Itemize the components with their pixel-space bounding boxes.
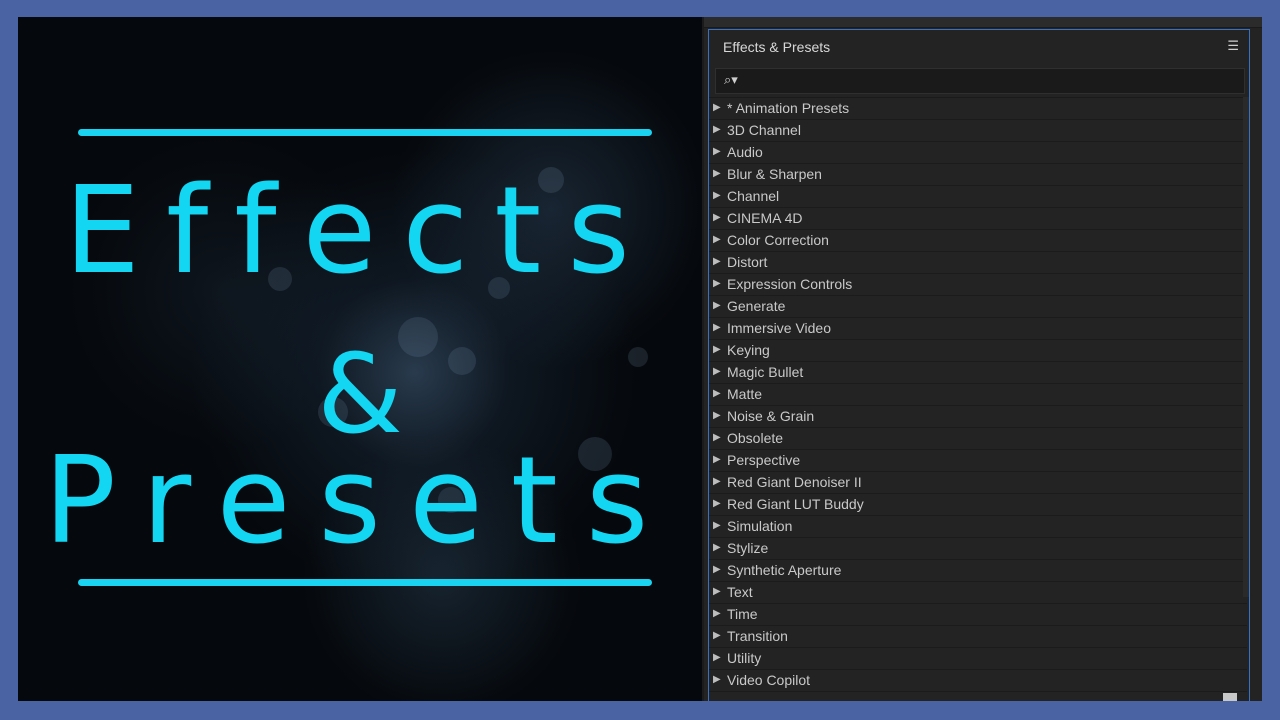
expand-triangle-icon[interactable]: ▶ <box>713 190 721 201</box>
panel-header: Effects & Presets ☰ <box>709 30 1249 62</box>
list-scrollbar[interactable] <box>1243 97 1249 597</box>
list-item[interactable]: ▶ * Animation Presets <box>709 98 1247 120</box>
expand-triangle-icon[interactable]: ▶ <box>713 146 721 157</box>
list-item[interactable]: ▶ Keying <box>709 340 1247 362</box>
expand-triangle-icon[interactable]: ▶ <box>713 564 721 575</box>
list-item-label: Keying <box>727 342 770 358</box>
expand-triangle-icon[interactable]: ▶ <box>713 322 721 333</box>
list-item-label: Generate <box>727 298 786 314</box>
expand-triangle-icon[interactable]: ▶ <box>713 454 721 465</box>
list-item-label: 3D Channel <box>727 122 801 138</box>
list-item-label: Matte <box>727 386 763 402</box>
list-item-label: Time <box>727 606 758 622</box>
list-item[interactable]: ▶ Blur & Sharpen <box>709 164 1247 186</box>
list-item[interactable]: ▶ Transition <box>709 626 1247 648</box>
expand-triangle-icon[interactable]: ▶ <box>713 278 721 289</box>
list-item[interactable]: ▶ Matte <box>709 384 1247 406</box>
expand-triangle-icon[interactable]: ▶ <box>713 498 721 509</box>
list-item-label: * Animation Presets <box>727 100 850 116</box>
list-item-label: Obsolete <box>727 430 784 446</box>
hamburger-menu-icon[interactable]: ☰ <box>1227 39 1239 54</box>
panel-top-strip <box>704 17 1262 28</box>
list-item[interactable]: ▶ Red Giant Denoiser II <box>709 472 1247 494</box>
list-item[interactable]: ▶ Red Giant LUT Buddy <box>709 494 1247 516</box>
list-item[interactable]: ▶ Generate <box>709 296 1247 318</box>
list-item[interactable]: ▶ Synthetic Aperture <box>709 560 1247 582</box>
list-item[interactable]: ▶ Immersive Video <box>709 318 1247 340</box>
panel-title[interactable]: Effects & Presets <box>723 39 830 55</box>
list-item-label: Synthetic Aperture <box>727 562 842 578</box>
list-item[interactable]: ▶ Perspective <box>709 450 1247 472</box>
bottom-rule <box>78 579 652 586</box>
list-item-label: Utility <box>727 650 762 666</box>
search-box[interactable]: ⌕▾ <box>715 68 1245 94</box>
video-frame: Effects & Presets Effects & Presets ☰ ⌕▾… <box>18 17 1262 701</box>
list-item-label: Channel <box>727 188 780 204</box>
expand-triangle-icon[interactable]: ▶ <box>713 168 721 179</box>
expand-triangle-icon[interactable]: ▶ <box>713 542 721 553</box>
title-graphic: Effects & Presets <box>18 17 702 701</box>
title-effects: Effects <box>64 162 656 301</box>
list-item-label: Red Giant Denoiser II <box>727 474 862 490</box>
list-item[interactable]: ▶ Utility <box>709 648 1247 670</box>
list-item[interactable]: ▶ Distort <box>709 252 1247 274</box>
top-rule <box>78 129 652 136</box>
list-item-label: Video Copilot <box>727 672 811 688</box>
list-item-label: Simulation <box>727 518 793 534</box>
list-item[interactable]: ▶ Text <box>709 582 1247 604</box>
expand-triangle-icon[interactable]: ▶ <box>713 520 721 531</box>
expand-triangle-icon[interactable]: ▶ <box>713 212 721 223</box>
expand-triangle-icon[interactable]: ▶ <box>713 476 721 487</box>
expand-triangle-icon[interactable]: ▶ <box>713 256 721 267</box>
list-item[interactable]: ▶ Stylize <box>709 538 1247 560</box>
list-item-label: Color Correction <box>727 232 829 248</box>
expand-triangle-icon[interactable]: ▶ <box>713 630 721 641</box>
panel-resize-handle[interactable] <box>1223 693 1237 701</box>
expand-triangle-icon[interactable]: ▶ <box>713 652 721 663</box>
expand-triangle-icon[interactable]: ▶ <box>713 234 721 245</box>
expand-triangle-icon[interactable]: ▶ <box>713 124 721 135</box>
expand-triangle-icon[interactable]: ▶ <box>713 366 721 377</box>
search-icon[interactable]: ⌕▾ <box>724 73 738 88</box>
list-item-label: Magic Bullet <box>727 364 804 380</box>
list-item[interactable]: ▶ Color Correction <box>709 230 1247 252</box>
list-item-label: Transition <box>727 628 788 644</box>
search-input[interactable] <box>750 71 1234 93</box>
expand-triangle-icon[interactable]: ▶ <box>713 344 721 355</box>
list-item[interactable]: ▶ Noise & Grain <box>709 406 1247 428</box>
list-item-label: Blur & Sharpen <box>727 166 822 182</box>
expand-triangle-icon[interactable]: ▶ <box>713 608 721 619</box>
list-item-label: Audio <box>727 144 763 160</box>
expand-triangle-icon[interactable]: ▶ <box>713 388 721 399</box>
list-item[interactable]: ▶ Obsolete <box>709 428 1247 450</box>
list-item[interactable]: ▶ Simulation <box>709 516 1247 538</box>
effects-presets-panel-area: Effects & Presets ☰ ⌕▾ ▶ * Animation Pres… <box>704 17 1262 701</box>
expand-triangle-icon[interactable]: ▶ <box>713 410 721 421</box>
list-item[interactable]: ▶ Magic Bullet <box>709 362 1247 384</box>
list-item[interactable]: ▶ Time <box>709 604 1247 626</box>
expand-triangle-icon[interactable]: ▶ <box>713 432 721 443</box>
list-item[interactable]: ▶ Video Copilot <box>709 670 1247 692</box>
effects-presets-panel: Effects & Presets ☰ ⌕▾ ▶ * Animation Pres… <box>708 29 1250 701</box>
list-item[interactable]: ▶ Audio <box>709 142 1247 164</box>
list-item-label: Stylize <box>727 540 769 556</box>
list-item-label: Text <box>727 584 753 600</box>
list-item-label: Noise & Grain <box>727 408 815 424</box>
list-item-label: Immersive Video <box>727 320 832 336</box>
list-item-label: Expression Controls <box>727 276 853 292</box>
list-item[interactable]: ▶ Expression Controls <box>709 274 1247 296</box>
expand-triangle-icon[interactable]: ▶ <box>713 674 721 685</box>
list-item[interactable]: ▶ 3D Channel <box>709 120 1247 142</box>
list-item[interactable]: ▶ Channel <box>709 186 1247 208</box>
list-item-label: CINEMA 4D <box>727 210 803 226</box>
expand-triangle-icon[interactable]: ▶ <box>713 300 721 311</box>
list-item-label: Red Giant LUT Buddy <box>727 496 864 512</box>
list-item-label: Distort <box>727 254 768 270</box>
list-item-label: Perspective <box>727 452 801 468</box>
list-item[interactable]: ▶ CINEMA 4D <box>709 208 1247 230</box>
expand-triangle-icon[interactable]: ▶ <box>713 102 721 113</box>
effects-list: ▶ * Animation Presets ▶ 3D Channel ▶ Audio ▶ Bl… <box>709 97 1247 692</box>
expand-triangle-icon[interactable]: ▶ <box>713 586 721 597</box>
title-presets: Presets <box>43 432 677 571</box>
